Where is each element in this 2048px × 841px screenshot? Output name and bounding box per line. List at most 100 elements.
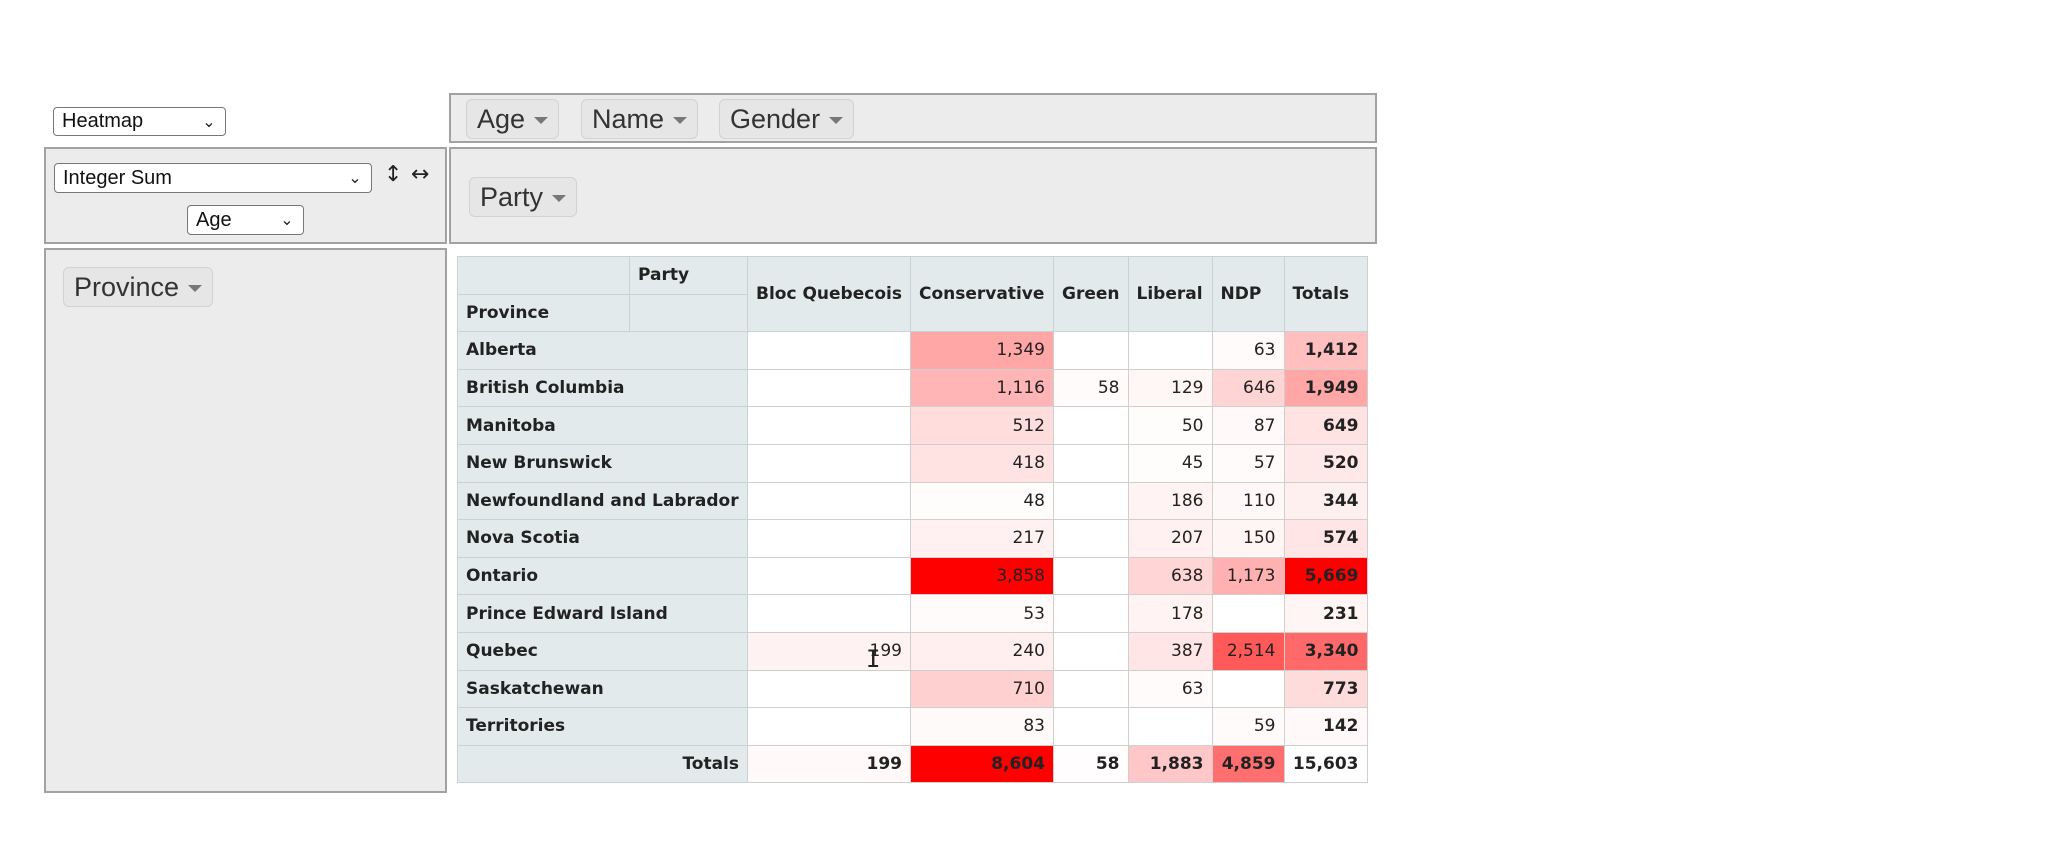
chevron-down-icon: ⌄ — [202, 113, 216, 131]
attr-pill-label: Gender — [730, 103, 821, 134]
row-total-cell: 3,340 — [1283, 631, 1368, 671]
attr-pill-name[interactable]: Name — [581, 99, 699, 139]
value-cell: 83 — [910, 707, 1054, 746]
value-cell — [1053, 331, 1129, 370]
row-header: Nova Scotia — [457, 519, 748, 558]
col-header: NDP — [1211, 255, 1285, 333]
row-total-cell: 344 — [1283, 481, 1368, 521]
chevron-down-icon: ⌄ — [280, 212, 294, 229]
table-row: Territories 83 59 142 — [457, 707, 1368, 746]
value-cell: 63 — [1127, 669, 1213, 709]
row-total-cell: 520 — [1283, 443, 1368, 483]
value-cell — [1053, 481, 1129, 521]
col-total-cell: 4,859 — [1211, 744, 1285, 784]
value-cell — [747, 707, 911, 746]
value-cell: 199 — [747, 631, 911, 671]
table-row: Prince Edward Island 53 178 231 — [457, 594, 1368, 633]
row-header: Alberta — [457, 331, 748, 370]
row-header: Territories — [457, 707, 748, 746]
dropdown-triangle-icon — [829, 117, 844, 124]
row-total-cell: 231 — [1283, 594, 1368, 633]
dropdown-triangle-icon — [188, 285, 203, 292]
value-cell: 1,116 — [910, 368, 1054, 408]
row-total-cell: 574 — [1283, 519, 1368, 558]
value-cell: 150 — [1211, 519, 1285, 558]
col-header: Liberal — [1127, 255, 1213, 333]
value-cell — [1053, 443, 1129, 483]
value-cell — [747, 556, 911, 596]
table-row: Ontario 3,858 638 1,173 5,669 — [457, 556, 1368, 596]
value-cell — [1053, 669, 1129, 709]
value-cell — [747, 443, 911, 483]
row-total-cell: 649 — [1283, 406, 1368, 445]
row-total-cell: 142 — [1283, 707, 1368, 746]
table-row: Newfoundland and Labrador 48 186 110 344 — [457, 481, 1368, 521]
row-header: Saskatchewan — [457, 669, 748, 709]
value-cell: 48 — [910, 481, 1054, 521]
sort-cols-icon[interactable]: ↔ — [411, 162, 429, 187]
grand-total-cell: 15,603 — [1283, 744, 1368, 784]
attr-pill-province[interactable]: Province — [63, 267, 214, 307]
value-cell: 240 — [910, 631, 1054, 671]
table-row: Alberta 1,349 63 1,412 — [457, 331, 1368, 370]
value-cell — [747, 368, 911, 408]
value-cell — [747, 406, 911, 445]
value-cell — [1053, 594, 1129, 633]
value-cell: 387 — [1127, 631, 1213, 671]
aggregator-select[interactable]: Integer Sum ⌄ — [54, 163, 372, 193]
value-cell — [747, 481, 911, 521]
attribute-select[interactable]: Age ⌄ — [187, 205, 304, 235]
value-cell: 178 — [1127, 594, 1213, 633]
value-cell: 50 — [1127, 406, 1213, 445]
table-row: New Brunswick 418 45 57 520 — [457, 443, 1368, 483]
value-cell: 57 — [1211, 443, 1285, 483]
attr-pill-gender[interactable]: Gender — [719, 99, 855, 139]
value-cell: 638 — [1127, 556, 1213, 596]
row-header: Manitoba — [457, 406, 748, 445]
value-cell: 59 — [1211, 707, 1285, 746]
value-cell: 207 — [1127, 519, 1213, 558]
value-cell: 217 — [910, 519, 1054, 558]
row-attributes-area — [44, 248, 447, 793]
value-cell — [1053, 519, 1129, 558]
pivot-table: Party Bloc Quebecois Conservative Green … — [457, 255, 1368, 784]
aggregator-select-value: Integer Sum — [63, 166, 172, 189]
value-cell — [747, 519, 911, 558]
value-cell: 1,173 — [1211, 556, 1285, 596]
value-cell — [1053, 707, 1129, 746]
attribute-select-value: Age — [196, 208, 232, 231]
value-cell: 2,514 — [1211, 631, 1285, 671]
row-header: New Brunswick — [457, 443, 748, 483]
renderer-select-value: Heatmap — [62, 110, 144, 132]
value-cell: 87 — [1211, 406, 1285, 445]
chevron-down-icon: ⌄ — [348, 170, 362, 187]
value-cell: 129 — [1127, 368, 1213, 408]
value-cell — [1053, 406, 1129, 445]
header-spacer — [457, 256, 630, 295]
value-cell: 3,858 — [910, 556, 1054, 596]
table-row: Manitoba 512 50 87 649 — [457, 406, 1368, 445]
value-cell: 186 — [1127, 481, 1213, 521]
col-total-cell: 1,883 — [1127, 744, 1213, 784]
value-cell — [1211, 669, 1285, 709]
header-spacer — [629, 293, 748, 333]
attr-pill-age[interactable]: Age — [466, 99, 560, 139]
value-cell: 110 — [1211, 481, 1285, 521]
col-attr-label: Party — [629, 256, 748, 295]
attr-pill-party[interactable]: Party — [469, 177, 578, 217]
row-header: Quebec — [457, 631, 748, 671]
value-cell: 1,349 — [910, 331, 1054, 370]
renderer-select[interactable]: Heatmap ⌄ — [53, 107, 226, 136]
row-total-cell: 1,412 — [1283, 331, 1368, 370]
value-cell — [747, 331, 911, 370]
row-total-cell: 1,949 — [1283, 368, 1368, 408]
sort-rows-icon[interactable]: ↕ — [384, 162, 402, 187]
dropdown-triangle-icon — [552, 195, 567, 202]
col-total-cell: 58 — [1053, 744, 1129, 784]
col-total-cell: 8,604 — [910, 744, 1054, 784]
row-header: Prince Edward Island — [457, 594, 748, 633]
row-total-cell: 5,669 — [1283, 556, 1368, 596]
value-cell — [1127, 707, 1213, 746]
text-cursor-icon: I — [866, 645, 881, 673]
attr-pill-label: Age — [477, 103, 526, 134]
